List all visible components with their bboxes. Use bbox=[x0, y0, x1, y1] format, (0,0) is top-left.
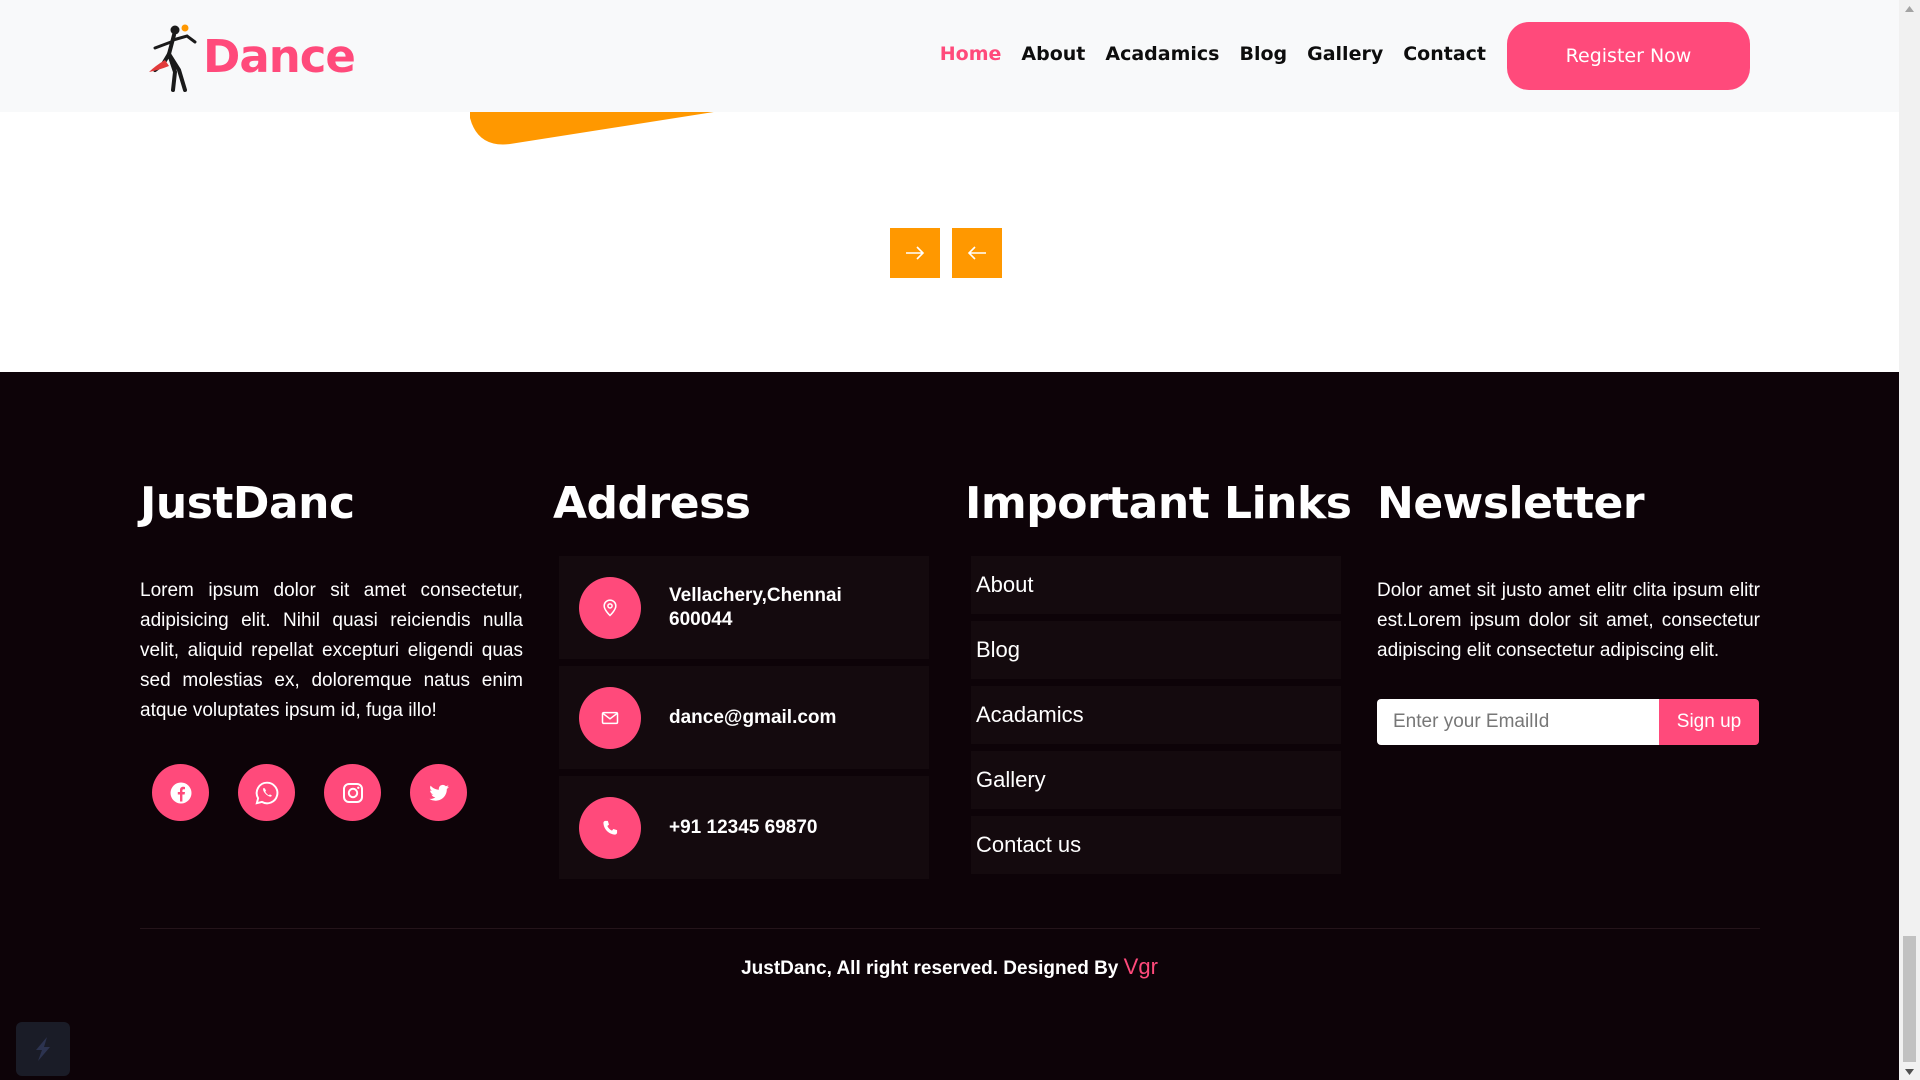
footer-link-blog[interactable]: Blog bbox=[971, 621, 1341, 679]
nav-menu: Home About Acadamics Blog Gallery Contac… bbox=[940, 43, 1486, 65]
map-pin-icon bbox=[603, 598, 617, 617]
whatsapp-link[interactable] bbox=[238, 764, 295, 821]
carousel-prev-button[interactable] bbox=[952, 228, 1002, 278]
instagram-icon bbox=[342, 782, 363, 803]
address-line-2: 600044 bbox=[669, 608, 733, 630]
address-card-email: dance@gmail.com bbox=[559, 666, 929, 769]
phone-number[interactable]: +91 12345 69870 bbox=[669, 816, 817, 840]
footer-links-title: Important Links bbox=[965, 478, 1352, 529]
mail-icon bbox=[601, 711, 619, 724]
register-now-button[interactable]: Register Now bbox=[1507, 22, 1750, 90]
nav-item-gallery[interactable]: Gallery bbox=[1307, 43, 1383, 65]
address-card-location: Vellachery,Chennai 600044 bbox=[559, 556, 929, 659]
social-links bbox=[152, 764, 523, 821]
newsletter-text: Dolor amet sit justo amet elitr clita ip… bbox=[1377, 580, 1760, 661]
nav-item-home[interactable]: Home bbox=[940, 43, 1002, 65]
lightning-icon bbox=[36, 1037, 50, 1061]
facebook-link[interactable] bbox=[152, 764, 209, 821]
newsletter-email-input[interactable] bbox=[1377, 699, 1659, 745]
arrow-right-icon bbox=[906, 246, 925, 260]
nav-item-about[interactable]: About bbox=[1021, 43, 1085, 65]
whatsapp-icon bbox=[254, 781, 278, 805]
email-address[interactable]: dance@gmail.com bbox=[669, 706, 836, 730]
top-navbar: Dance Home About Acadamics Blog Gallery … bbox=[0, 0, 1899, 112]
address-line-1: Vellachery,Chennai bbox=[669, 584, 842, 606]
newsletter-form: Sign up bbox=[1377, 699, 1760, 745]
scroll-down-icon[interactable] bbox=[1899, 1063, 1920, 1080]
page-scrollbar[interactable] bbox=[1899, 0, 1920, 1080]
brand-name: Dance bbox=[203, 29, 356, 83]
facebook-icon bbox=[170, 782, 191, 803]
footer-link-about[interactable]: About bbox=[971, 556, 1341, 614]
scroll-up-icon[interactable] bbox=[1899, 0, 1920, 17]
footer-link-contact-us[interactable]: Contact us bbox=[971, 816, 1341, 874]
address-list: Vellachery,Chennai 600044 dance@gmail.co… bbox=[553, 556, 936, 879]
footer-divider bbox=[140, 928, 1760, 929]
nav-item-contact[interactable]: Contact bbox=[1403, 43, 1486, 65]
dancer-logo-icon bbox=[149, 24, 197, 92]
instagram-link[interactable] bbox=[324, 764, 381, 821]
footer-address-title: Address bbox=[553, 478, 751, 529]
footer-link-gallery[interactable]: Gallery bbox=[971, 751, 1341, 809]
twitter-icon bbox=[428, 784, 449, 801]
phone-icon bbox=[603, 820, 618, 835]
arrow-left-icon bbox=[967, 246, 986, 260]
nav-item-blog[interactable]: Blog bbox=[1239, 43, 1287, 65]
footer-about-column: JustDanc Lorem ipsum dolor sit amet cons… bbox=[140, 482, 523, 821]
carousel-next-button[interactable] bbox=[890, 228, 940, 278]
footer-link-acadamics[interactable]: Acadamics bbox=[971, 686, 1341, 744]
corner-widget[interactable] bbox=[16, 1022, 70, 1076]
footer-newsletter-column: Newsletter Dolor amet sit justo amet eli… bbox=[1377, 482, 1760, 745]
footer-address-column: Address Vellachery,Chennai 600044 dance@… bbox=[553, 482, 936, 886]
footer-newsletter-title: Newsletter bbox=[1377, 478, 1645, 529]
footer-links-column: Important Links About Blog Acadamics Gal… bbox=[965, 478, 1352, 881]
designer-link[interactable]: Vgr bbox=[1124, 954, 1158, 979]
footer-about-title: JustDanc bbox=[140, 478, 355, 529]
footer-about-text: Lorem ipsum dolor sit amet consectetur, … bbox=[140, 580, 523, 721]
copyright: JustDanc, All right reserved. Designed B… bbox=[0, 954, 1899, 980]
twitter-link[interactable] bbox=[410, 764, 467, 821]
newsletter-signup-button[interactable]: Sign up bbox=[1659, 699, 1759, 745]
scrollbar-thumb[interactable] bbox=[1903, 936, 1916, 1062]
copyright-text: JustDanc, All right reserved. Designed B… bbox=[741, 958, 1119, 979]
address-card-phone: +91 12345 69870 bbox=[559, 776, 929, 879]
nav-item-acadamics[interactable]: Acadamics bbox=[1105, 43, 1219, 65]
site-footer: JustDanc Lorem ipsum dolor sit amet cons… bbox=[0, 372, 1899, 1080]
brand-logo[interactable]: Dance bbox=[145, 20, 356, 92]
important-links-list: About Blog Acadamics Gallery Contact us bbox=[965, 556, 1348, 874]
